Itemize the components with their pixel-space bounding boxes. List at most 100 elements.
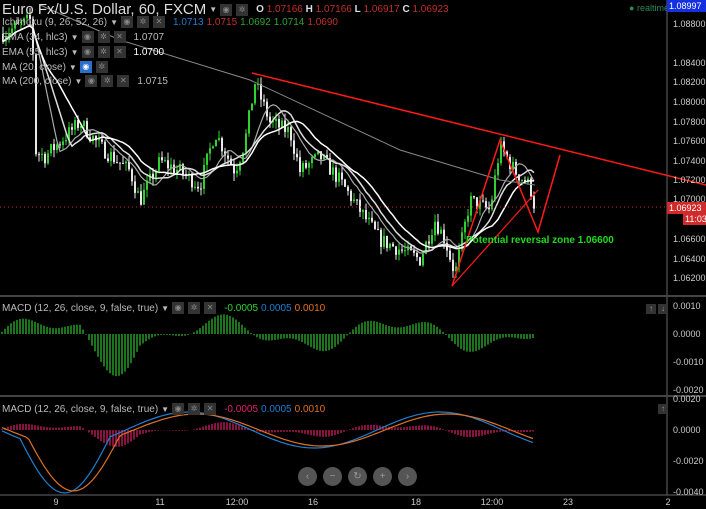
indicator-label[interactable]: MACD (12, 26, close, 9, false, true): [2, 404, 158, 415]
gear-icon[interactable]: ✲: [101, 75, 114, 87]
candle-down: [293, 140, 295, 154]
candle-down: [131, 169, 133, 182]
close-icon[interactable]: ✕: [117, 75, 130, 87]
indicator-value: 0.0005: [261, 302, 292, 314]
indicator-ema34[interactable]: EMA (34, hlc3) ▼ ◉ ✲ ✕ 1.0707: [2, 31, 164, 43]
move-down-icon[interactable]: ↓: [658, 304, 668, 314]
gear-icon[interactable]: ✲: [95, 61, 108, 73]
macd1-legend[interactable]: MACD (12, 26, close, 9, false, true) ▼ ◉ ✲…: [2, 302, 325, 314]
macd2-legend[interactable]: MACD (12, 26, close, 9, false, true) ▼ ◉ ✲…: [2, 403, 325, 415]
gear-icon[interactable]: ✲: [188, 403, 201, 415]
indicator-ichimoku[interactable]: Ichimoku (9, 26, 52, 26) ▼ ◉ ✲ ✕ 1.0713 1.0…: [2, 16, 338, 28]
indicator-label[interactable]: EMA (55, hlc3): [2, 47, 68, 58]
candle-up: [62, 141, 64, 146]
candle-up: [287, 127, 289, 132]
move-up-icon[interactable]: ↑: [658, 404, 668, 414]
time-tick: 23: [562, 497, 574, 507]
scroll-right-button[interactable]: ›: [398, 467, 417, 486]
gear-icon[interactable]: ✲: [236, 3, 249, 16]
indicator-label[interactable]: MA (200, close): [2, 76, 71, 87]
candle-up: [209, 148, 211, 154]
indicator-label[interactable]: Ichimoku (9, 26, 52, 26): [2, 17, 107, 28]
eye-icon[interactable]: ◉: [220, 3, 233, 16]
move-up-icon[interactable]: ↑: [646, 304, 656, 314]
candle-down: [113, 151, 115, 163]
indicator-label[interactable]: MA (20, close): [2, 62, 66, 73]
indicator-label[interactable]: MACD (12, 26, close, 9, false, true): [2, 303, 158, 314]
high-value: 1.07166: [315, 4, 352, 15]
close-icon[interactable]: ✕: [113, 46, 126, 58]
chevron-down-icon[interactable]: ▼: [110, 18, 118, 27]
candle-up: [467, 215, 469, 222]
eye-icon[interactable]: ◉: [172, 302, 185, 314]
candle-up: [248, 110, 250, 134]
close-icon[interactable]: ✕: [204, 302, 217, 314]
chevron-down-icon[interactable]: ▼: [161, 405, 169, 414]
indicator-ma20[interactable]: MA (20, close) ▼ ◉ ✲: [2, 61, 109, 73]
eye-icon[interactable]: ◉: [120, 16, 133, 28]
indicator-value: 1.0715: [206, 16, 238, 28]
eye-icon[interactable]: ◉: [81, 31, 94, 43]
low-value: 1.06917: [363, 4, 400, 15]
indicator-ema55[interactable]: EMA (55, hlc3) ▼ ◉ ✲ ✕ 1.0700: [2, 46, 164, 58]
candle-up: [194, 186, 196, 188]
scroll-left-button[interactable]: ‹: [298, 467, 317, 486]
candle-down: [341, 172, 343, 180]
zoom-in-button[interactable]: +: [373, 467, 392, 486]
close-icon[interactable]: ✕: [204, 403, 217, 415]
chevron-down-icon[interactable]: ▼: [71, 48, 79, 57]
eye-icon[interactable]: ◉: [85, 75, 98, 87]
reset-button[interactable]: ↻: [348, 467, 367, 486]
candle-down: [191, 173, 193, 188]
chevron-down-icon[interactable]: ▼: [209, 5, 217, 14]
indicator-ma200[interactable]: MA (200, close) ▼ ◉ ✲ ✕ 1.0715: [2, 75, 168, 87]
indicator-value: 1.0692: [240, 16, 271, 28]
chevron-down-icon[interactable]: ▼: [69, 63, 77, 72]
indicator-value: -0.0005: [224, 302, 259, 314]
eye-icon[interactable]: ◉: [79, 61, 92, 73]
gear-icon[interactable]: ✲: [188, 302, 201, 314]
candle-down: [290, 127, 292, 141]
ema34-line: [2, 25, 535, 253]
high-label: H: [305, 4, 313, 15]
realtime-label: realtime: [636, 3, 669, 13]
chevron-down-icon[interactable]: ▼: [71, 33, 79, 42]
gear-icon[interactable]: ✲: [97, 46, 110, 58]
close-icon[interactable]: ✕: [113, 31, 126, 43]
candle-down: [416, 252, 418, 258]
chevron-down-icon[interactable]: ▼: [74, 77, 82, 86]
candle-down: [395, 246, 397, 255]
candle-down: [365, 209, 367, 220]
price-tick: 1.08800: [673, 19, 706, 29]
indicator-value: 0.0005: [261, 403, 292, 415]
candle-up: [143, 189, 145, 205]
zoom-out-button[interactable]: −: [323, 467, 342, 486]
eye-icon[interactable]: ◉: [81, 46, 94, 58]
eye-icon[interactable]: ◉: [172, 403, 185, 415]
macd-line: [1, 411, 534, 494]
time-tick: 18: [410, 497, 422, 507]
candle-down: [428, 241, 430, 244]
price-tick: 1.07400: [673, 156, 706, 166]
candle-down: [260, 84, 262, 100]
candle-up: [368, 217, 370, 220]
chevron-down-icon[interactable]: ▼: [161, 304, 169, 313]
gear-icon[interactable]: ✲: [136, 16, 149, 28]
time-tick: 11: [155, 497, 165, 507]
candle-down: [374, 221, 376, 229]
candle-down: [116, 162, 118, 164]
candle-down: [59, 144, 61, 146]
reversal-zone-annotation[interactable]: Potential reversal zone 1.06600: [466, 235, 614, 246]
candle-down: [392, 243, 394, 247]
candle-up: [203, 164, 205, 189]
indicator-label[interactable]: EMA (34, hlc3): [2, 32, 68, 43]
candle-down: [347, 186, 349, 191]
candle-up: [497, 163, 499, 176]
gear-icon[interactable]: ✲: [97, 31, 110, 43]
candle-down: [107, 158, 109, 161]
candle-up: [308, 163, 310, 168]
candle-up: [125, 161, 127, 164]
macd2-tick: -0.0020: [673, 456, 704, 466]
close-icon[interactable]: ✕: [152, 16, 165, 28]
candle-down: [167, 160, 169, 169]
